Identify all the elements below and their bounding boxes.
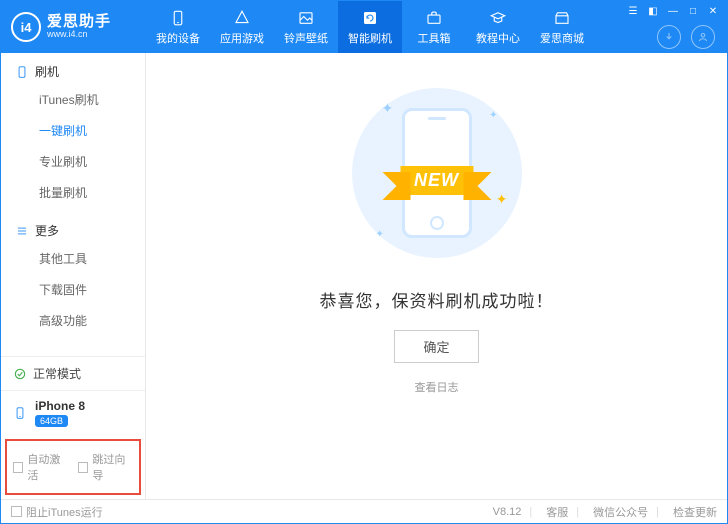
ribbon-text: NEW bbox=[400, 166, 473, 195]
apps-icon bbox=[233, 9, 251, 27]
ok-button[interactable]: 确定 bbox=[394, 330, 478, 363]
version-label: V8.12 bbox=[493, 506, 522, 518]
brand-title: 爱思助手 bbox=[47, 14, 111, 31]
sparkle-icon: ✦ bbox=[496, 191, 508, 208]
download-button[interactable] bbox=[657, 25, 681, 49]
skip-guide-checkbox[interactable]: 跳过向导 bbox=[78, 451, 133, 483]
sidebar-item-itunes-flash[interactable]: iTunes刷机 bbox=[1, 84, 145, 115]
device-storage-badge: 64GB bbox=[35, 415, 68, 427]
nav-flash[interactable]: 智能刷机 bbox=[338, 1, 402, 53]
device-icon bbox=[13, 404, 27, 422]
check-update-link[interactable]: 检查更新 bbox=[673, 504, 717, 520]
nav-ringtones[interactable]: 铃声壁纸 bbox=[274, 1, 338, 53]
menu-icon[interactable]: ☰ bbox=[627, 5, 639, 17]
new-ribbon: NEW bbox=[400, 166, 473, 195]
status-bar: 阻止iTunes运行 V8.12 | 客服 | 微信公众号 | 检查更新 bbox=[1, 499, 727, 523]
brand: i4 爱思助手 www.i4.cn bbox=[1, 1, 146, 53]
list-icon bbox=[15, 224, 29, 238]
graduation-icon bbox=[489, 9, 507, 27]
phone-icon bbox=[169, 9, 187, 27]
window-controls: ☰ ◧ — □ ✕ bbox=[627, 5, 719, 17]
image-icon bbox=[297, 9, 315, 27]
sidebar-item-onekey-flash[interactable]: 一键刷机 bbox=[1, 115, 145, 146]
nav-label: 智能刷机 bbox=[348, 30, 392, 46]
sparkle-icon: ✦ bbox=[489, 110, 497, 121]
nav-label: 教程中心 bbox=[476, 30, 520, 46]
checkbox-label: 阻止iTunes运行 bbox=[26, 504, 103, 520]
status-label: 正常模式 bbox=[33, 365, 81, 382]
sidebar-section-flash: 刷机 bbox=[1, 53, 145, 82]
nav-my-device[interactable]: 我的设备 bbox=[146, 1, 210, 53]
toolbox-icon bbox=[425, 9, 443, 27]
sidebar-section-more: 更多 bbox=[1, 212, 145, 241]
nav-label: 爱思商城 bbox=[540, 30, 584, 46]
nav-label: 铃声壁纸 bbox=[284, 30, 328, 46]
nav-label: 我的设备 bbox=[156, 30, 200, 46]
nav-label: 工具箱 bbox=[418, 30, 451, 46]
minimize-icon[interactable]: — bbox=[667, 5, 679, 17]
nav-apps[interactable]: 应用游戏 bbox=[210, 1, 274, 53]
sidebar-item-other-tools[interactable]: 其他工具 bbox=[1, 243, 145, 274]
nav-store[interactable]: 爱思商城 bbox=[530, 1, 594, 53]
device-icon bbox=[15, 65, 29, 79]
support-link[interactable]: 客服 bbox=[546, 504, 568, 520]
sidebar: 刷机 iTunes刷机 一键刷机 专业刷机 批量刷机 更多 其他工具 下载固件 … bbox=[1, 53, 146, 499]
block-itunes-checkbox[interactable]: 阻止iTunes运行 bbox=[11, 504, 103, 520]
skin-icon[interactable]: ◧ bbox=[647, 5, 659, 17]
sidebar-item-pro-flash[interactable]: 专业刷机 bbox=[1, 146, 145, 177]
sidebar-item-download-fw[interactable]: 下载固件 bbox=[1, 274, 145, 305]
sparkle-icon: ✦ bbox=[382, 100, 394, 117]
maximize-icon[interactable]: □ bbox=[687, 5, 699, 17]
nav-tutorials[interactable]: 教程中心 bbox=[466, 1, 530, 53]
main-content: ✦ ✦ ✦ ✦ NEW 恭喜您，保资料刷机成功啦！ 确定 查看日志 bbox=[146, 53, 727, 499]
sidebar-options-highlighted: 自动激活 跳过向导 bbox=[5, 439, 141, 495]
sidebar-section-title: 刷机 bbox=[35, 63, 59, 80]
sidebar-device[interactable]: iPhone 8 64GB bbox=[1, 390, 145, 435]
sidebar-item-advanced[interactable]: 高级功能 bbox=[1, 305, 145, 336]
auto-activate-checkbox[interactable]: 自动激活 bbox=[13, 451, 68, 483]
store-icon bbox=[553, 9, 571, 27]
close-icon[interactable]: ✕ bbox=[707, 5, 719, 17]
sidebar-section-title: 更多 bbox=[35, 222, 59, 239]
device-name: iPhone 8 bbox=[35, 399, 85, 413]
sidebar-item-batch-flash[interactable]: 批量刷机 bbox=[1, 177, 145, 208]
brand-logo-icon: i4 bbox=[11, 12, 41, 42]
nav-label: 应用游戏 bbox=[220, 30, 264, 46]
sparkle-icon: ✦ bbox=[376, 229, 384, 240]
refresh-icon bbox=[361, 9, 379, 27]
header: i4 爱思助手 www.i4.cn 我的设备 应用游戏 铃声壁纸 智能刷机 bbox=[1, 1, 727, 53]
checkbox-label: 跳过向导 bbox=[92, 451, 133, 483]
wechat-link[interactable]: 微信公众号 bbox=[593, 504, 648, 520]
sidebar-status[interactable]: 正常模式 bbox=[1, 356, 145, 390]
brand-url: www.i4.cn bbox=[47, 30, 111, 40]
user-button[interactable] bbox=[691, 25, 715, 49]
success-title: 恭喜您，保资料刷机成功啦！ bbox=[320, 287, 554, 312]
success-illustration: ✦ ✦ ✦ ✦ NEW bbox=[337, 83, 537, 263]
nav-toolbox[interactable]: 工具箱 bbox=[402, 1, 466, 53]
checkbox-label: 自动激活 bbox=[27, 451, 68, 483]
view-log-link[interactable]: 查看日志 bbox=[415, 379, 459, 395]
status-ok-icon bbox=[13, 367, 27, 381]
